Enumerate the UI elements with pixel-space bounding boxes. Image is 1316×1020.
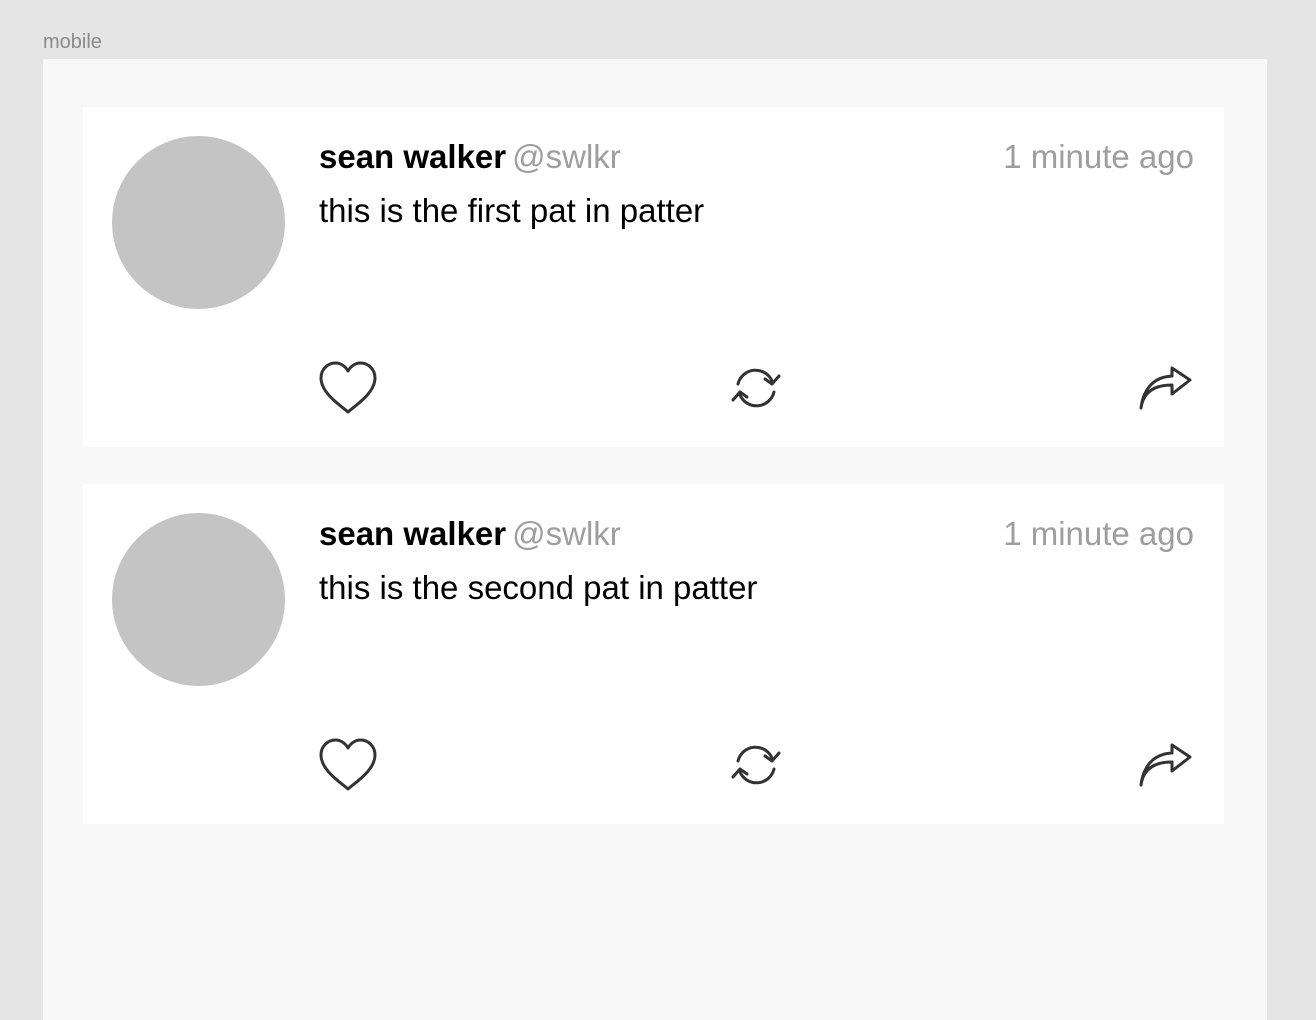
author-handle[interactable]: @swlkr	[512, 515, 621, 552]
frame-label: mobile	[43, 31, 102, 53]
post-header: sean walker @swlkr	[319, 137, 621, 177]
mobile-frame: sean walker @swlkr 1 minute ago this is t…	[43, 59, 1267, 1020]
heart-icon	[319, 738, 377, 791]
author-name[interactable]: sean walker	[319, 515, 506, 552]
share-icon	[1139, 366, 1192, 410]
avatar[interactable]	[112, 513, 285, 686]
refresh-icon	[731, 368, 781, 408]
avatar[interactable]	[112, 136, 285, 309]
post-text: this is the second pat in patter	[319, 569, 758, 606]
refresh-icon	[731, 745, 781, 785]
share-button[interactable]	[1135, 357, 1197, 419]
post-timestamp: 1 minute ago	[1003, 515, 1194, 552]
like-button[interactable]	[317, 734, 379, 796]
repat-button[interactable]	[725, 357, 787, 419]
post-card: sean walker @swlkr 1 minute ago this is t…	[83, 107, 1224, 447]
share-button[interactable]	[1135, 734, 1197, 796]
post-card: sean walker @swlkr 1 minute ago this is t…	[83, 484, 1224, 824]
post-timestamp: 1 minute ago	[1003, 138, 1194, 175]
post-text: this is the first pat in patter	[319, 192, 705, 229]
post-header: sean walker @swlkr	[319, 514, 621, 554]
share-icon	[1139, 743, 1192, 787]
heart-icon	[319, 361, 377, 414]
repat-button[interactable]	[725, 734, 787, 796]
like-button[interactable]	[317, 357, 379, 419]
author-name[interactable]: sean walker	[319, 138, 506, 175]
author-handle[interactable]: @swlkr	[512, 138, 621, 175]
